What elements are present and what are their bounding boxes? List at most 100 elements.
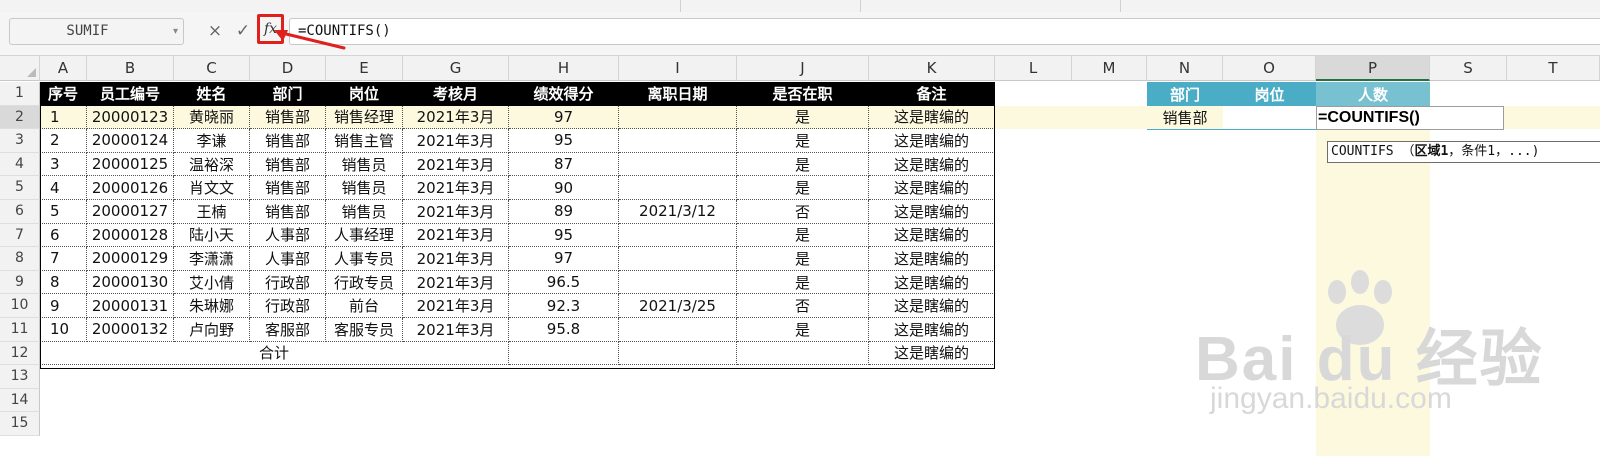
- table-cell[interactable]: [619, 105, 737, 130]
- column-header-e[interactable]: E: [326, 56, 403, 81]
- table-cell[interactable]: 温裕深: [174, 152, 250, 177]
- table-header-cell[interactable]: 岗位: [326, 82, 403, 106]
- name-box[interactable]: SUMIF ▾: [9, 18, 184, 45]
- table-cell[interactable]: 95.8: [509, 318, 619, 342]
- row-header-13[interactable]: 13: [0, 365, 40, 389]
- table-cell[interactable]: 销售部: [250, 200, 326, 224]
- table-cell[interactable]: 否: [737, 200, 869, 224]
- table-cell[interactable]: 销售部: [250, 105, 326, 130]
- table-cell[interactable]: 艾小倩: [174, 270, 250, 295]
- column-header-l[interactable]: L: [995, 56, 1072, 81]
- table-cell[interactable]: 这是瞎编的: [869, 176, 995, 200]
- row-header-8[interactable]: 8: [0, 247, 40, 271]
- table-cell[interactable]: 是: [737, 176, 869, 200]
- table-cell[interactable]: 10: [40, 318, 87, 342]
- table-cell[interactable]: 89: [509, 200, 619, 224]
- table-cell[interactable]: 客服专员: [326, 318, 403, 342]
- row-header-1[interactable]: 1: [0, 82, 40, 106]
- row-header-15[interactable]: 15: [0, 412, 40, 436]
- mini-header-dept[interactable]: 部门: [1147, 82, 1223, 106]
- table-cell[interactable]: 这是瞎编的: [869, 318, 995, 342]
- table-cell[interactable]: [619, 223, 737, 248]
- column-header-o[interactable]: O: [1223, 56, 1316, 81]
- table-cell[interactable]: 20000132: [87, 318, 174, 342]
- table-cell[interactable]: 20000128: [87, 223, 174, 248]
- table-cell[interactable]: 卢向野: [174, 318, 250, 342]
- table-cell[interactable]: 2021年3月: [403, 105, 509, 130]
- table-cell[interactable]: 90: [509, 176, 619, 200]
- table-cell[interactable]: 7: [40, 247, 87, 271]
- column-header-g[interactable]: G: [403, 56, 509, 81]
- table-cell[interactable]: 1: [40, 105, 87, 130]
- table-cell[interactable]: 销售部: [250, 152, 326, 177]
- row-header-11[interactable]: 11: [0, 318, 40, 342]
- row-header-5[interactable]: 5: [0, 176, 40, 200]
- table-cell[interactable]: 人事部: [250, 247, 326, 271]
- table-cell[interactable]: 行政专员: [326, 270, 403, 295]
- table-cell[interactable]: 97: [509, 105, 619, 130]
- table-header-cell[interactable]: 是否在职: [737, 82, 869, 106]
- table-cell[interactable]: 销售员: [326, 200, 403, 224]
- table-cell[interactable]: 2021年3月: [403, 152, 509, 177]
- row-header-7[interactable]: 7: [0, 223, 40, 248]
- table-cell[interactable]: 朱琳娜: [174, 294, 250, 318]
- table-header-cell[interactable]: 序号: [40, 82, 87, 106]
- table-cell[interactable]: 3: [40, 152, 87, 177]
- table-cell[interactable]: 前台: [326, 294, 403, 318]
- column-header-s[interactable]: S: [1430, 56, 1507, 81]
- table-cell[interactable]: 是: [737, 318, 869, 342]
- table-cell[interactable]: 销售员: [326, 176, 403, 200]
- table-cell[interactable]: 4: [40, 176, 87, 200]
- formula-input[interactable]: =COUNTIFS(): [289, 18, 1600, 45]
- row-header-14[interactable]: 14: [0, 388, 40, 413]
- table-cell[interactable]: 客服部: [250, 318, 326, 342]
- total-label-cell[interactable]: 合计: [40, 341, 509, 366]
- row-header-9[interactable]: 9: [0, 270, 40, 295]
- table-header-cell[interactable]: 离职日期: [619, 82, 737, 106]
- table-cell[interactable]: 20000131: [87, 294, 174, 318]
- row-header-12[interactable]: 12: [0, 341, 40, 366]
- mini-position-value[interactable]: [1223, 106, 1316, 130]
- column-header-p[interactable]: P: [1316, 56, 1430, 81]
- table-cell[interactable]: 这是瞎编的: [869, 294, 995, 318]
- table-cell[interactable]: 20000130: [87, 270, 174, 295]
- column-header-d[interactable]: D: [250, 56, 326, 81]
- cancel-icon[interactable]: ×: [205, 18, 225, 45]
- table-cell[interactable]: 是: [737, 270, 869, 295]
- column-header-m[interactable]: M: [1072, 56, 1147, 81]
- table-cell[interactable]: 这是瞎编的: [869, 200, 995, 224]
- table-cell[interactable]: 是: [737, 223, 869, 248]
- row-header-4[interactable]: 4: [0, 152, 40, 177]
- table-cell[interactable]: 92.3: [509, 294, 619, 318]
- table-cell[interactable]: 行政部: [250, 270, 326, 295]
- table-cell[interactable]: 王楠: [174, 200, 250, 224]
- table-cell[interactable]: 人事经理: [326, 223, 403, 248]
- table-cell[interactable]: 这是瞎编的: [869, 105, 995, 130]
- table-header-cell[interactable]: 备注: [869, 82, 995, 106]
- column-header-k[interactable]: K: [869, 56, 995, 81]
- table-cell[interactable]: 是: [737, 105, 869, 130]
- table-cell[interactable]: 20000129: [87, 247, 174, 271]
- table-cell[interactable]: 是: [737, 152, 869, 177]
- column-header-n[interactable]: N: [1147, 56, 1223, 81]
- mini-header-position[interactable]: 岗位: [1223, 82, 1316, 106]
- column-header-h[interactable]: H: [509, 56, 619, 81]
- table-cell[interactable]: 这是瞎编的: [869, 270, 995, 295]
- column-header-b[interactable]: B: [87, 56, 174, 81]
- table-cell[interactable]: 20000124: [87, 129, 174, 153]
- table-cell[interactable]: 人事专员: [326, 247, 403, 271]
- row-header-10[interactable]: 10: [0, 294, 40, 318]
- chevron-down-icon[interactable]: ▾: [173, 20, 178, 44]
- column-header-i[interactable]: I: [619, 56, 737, 81]
- table-header-cell[interactable]: 员工编号: [87, 82, 174, 106]
- row-header-2[interactable]: 2: [0, 105, 40, 130]
- table-cell[interactable]: 这是瞎编的: [869, 247, 995, 271]
- table-cell[interactable]: 销售部: [250, 129, 326, 153]
- column-header-t[interactable]: T: [1507, 56, 1600, 81]
- table-header-cell[interactable]: 部门: [250, 82, 326, 106]
- table-cell[interactable]: 肖文文: [174, 176, 250, 200]
- table-cell[interactable]: 销售主管: [326, 129, 403, 153]
- table-cell[interactable]: 20000126: [87, 176, 174, 200]
- mini-header-count[interactable]: 人数: [1316, 82, 1430, 106]
- table-cell[interactable]: 这是瞎编的: [869, 152, 995, 177]
